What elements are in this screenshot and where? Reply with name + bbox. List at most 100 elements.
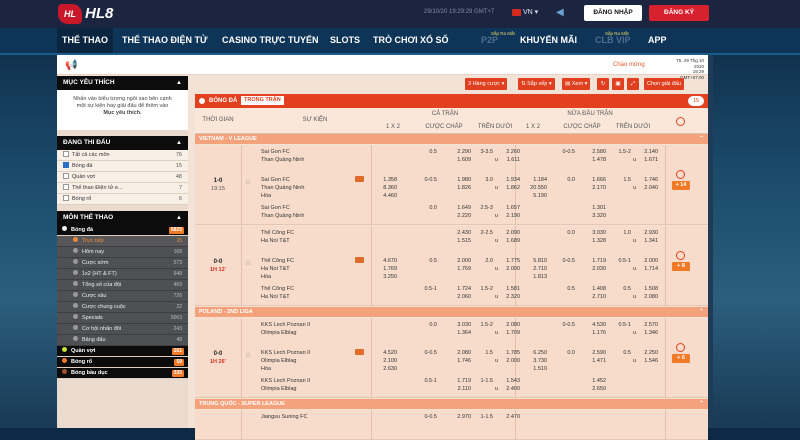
odds-handicap-home[interactable]: 3.030 [445,321,471,329]
sport-submenu-item[interactable]: Tổng số của đội 469 [57,280,188,291]
league-header[interactable]: POLAND - 2ND LIGA ⌃ [195,307,708,317]
fullscreen-icon[interactable]: ⤢ [627,78,639,90]
sport-submenu-item[interactable]: 1x2 (HT & FT) 648 [57,269,188,280]
odds-half-over[interactable]: 2.140 [636,148,658,156]
odds-handicap-away[interactable]: 2.220 [445,212,471,220]
odds-over[interactable]: 1.775 [498,257,520,265]
odds-half-handicap-away[interactable]: 3.320 [580,212,606,220]
odds-handicap-away[interactable]: 2.060 [445,293,471,301]
odds-handicap-away[interactable]: 1.826 [445,184,471,192]
odds-under[interactable]: 2.000 [498,357,520,365]
language-select[interactable]: VN ▾ [523,8,538,16]
nav-item-7[interactable]: KHUYẾN MÃI [520,28,577,53]
more-markets-button[interactable]: + 6 [672,354,690,363]
live-sport-filter[interactable]: Tất cả các môn 76 [57,150,188,161]
live-mode-badge[interactable]: TRONG TRẬN [241,96,284,105]
print-icon[interactable]: ▣ [612,78,624,90]
odds-half-away[interactable]: 20.550 [525,184,547,192]
odds-half-draw[interactable]: 1.510 [525,365,547,373]
nav-item-5[interactable]: XỔ SỐ [420,28,449,53]
sport-category[interactable]: Bóng đá 5825 [57,225,188,236]
sport-submenu-item[interactable]: Hôm nay 168 [57,247,188,258]
odds-home[interactable]: 4.520 [375,349,397,357]
sport-submenu-item[interactable]: Trực tiếp 15 [57,236,188,247]
sport-submenu-item[interactable]: Bảng đấu 48 [57,335,188,346]
odds-half-under[interactable]: 1.546 [636,357,658,365]
odds-under[interactable]: 2.400 [498,385,520,393]
odds-half-under[interactable]: 2.080 [636,293,658,301]
odds-half-under[interactable]: 1.346 [636,329,658,337]
league-collapse-icon[interactable]: ⌃ [699,399,704,409]
odds-half-under[interactable]: 1.341 [636,237,658,245]
odds-half-handicap-away[interactable]: 1.328 [580,237,606,245]
odds-over[interactable]: 2.090 [498,229,520,237]
page-scrollbar[interactable] [708,55,713,428]
odds-over[interactable]: 1.581 [498,285,520,293]
odds-half-away[interactable]: 3.730 [525,357,547,365]
odds-handicap-home[interactable]: 1.980 [445,176,471,184]
vietnam-flag-icon[interactable] [512,9,521,16]
statistics-icon[interactable] [676,170,685,179]
odds-half-handicap-away[interactable]: 1.176 [580,329,606,337]
odds-half-under[interactable]: 1.714 [636,265,658,273]
odds-over[interactable]: 1.543 [498,377,520,385]
league-collapse-icon[interactable]: ⌃ [699,307,704,317]
sport-submenu-item[interactable]: Specials 5063 [57,313,188,324]
odds-half-under[interactable]: 1.671 [636,156,658,164]
odds-half-draw[interactable]: 5.190 [525,192,547,200]
odds-half-over[interactable]: 2.000 [636,257,658,265]
odds-handicap-home[interactable]: 1.719 [445,377,471,385]
odds-home[interactable]: 1.358 [375,176,397,184]
live-sport-filter[interactable]: Thể thao Điện tử e... 7 [57,183,188,194]
sport-submenu-item[interactable]: Cược chung cuộc 22 [57,302,188,313]
odds-under[interactable]: 2.320 [498,293,520,301]
odds-handicap-away[interactable]: 1.364 [445,329,471,337]
odds-handicap-away[interactable]: 1.515 [445,237,471,245]
odds-half-over[interactable]: 2.930 [636,229,658,237]
nav-item-2[interactable]: CASINO TRỰC TUYẾN [222,28,318,53]
odds-draw[interactable]: 4.460 [375,192,397,200]
odds-handicap-home[interactable]: 2.080 [445,349,471,357]
odds-half-handicap-home[interactable]: 1.719 [580,257,606,265]
collapse-icon[interactable]: ▲ [176,136,182,150]
odds-over[interactable]: 2.470 [498,413,520,421]
odds-half-handicap-away[interactable]: 1.478 [580,156,606,164]
odds-half-handicap-home[interactable]: 3.030 [580,229,606,237]
live-header[interactable]: ĐANG THI ĐẤU ▲ [57,136,188,150]
odds-half-handicap-away[interactable]: 2.710 [580,293,606,301]
odds-half-handicap-home[interactable]: 2.580 [580,148,606,156]
bet-rows-dropdown[interactable]: 3 Hàng cược ▾ [465,78,508,90]
sport-category[interactable]: Quần vợt 161 [57,346,188,357]
nav-item-3[interactable]: SLOTS [330,28,360,53]
live-sport-filter[interactable]: Bóng rổ 6 [57,194,188,205]
odds-draw[interactable]: 3.250 [375,273,397,281]
league-collapse-icon[interactable]: ⌃ [699,134,704,144]
more-markets-button[interactable]: + 14 [672,181,690,190]
favorites-header[interactable]: MỤC YÊU THÍCH ▲ [57,76,188,90]
odds-under[interactable]: 1.862 [498,184,520,192]
odds-handicap-away[interactable]: 1.746 [445,357,471,365]
nav-item-9[interactable]: APP [648,28,667,53]
odds-over[interactable]: 2.260 [498,148,520,156]
odds-half-home[interactable]: 6.250 [525,349,547,357]
live-sport-filter[interactable]: Bóng đá 15 [57,161,188,172]
odds-over[interactable]: 2.080 [498,321,520,329]
odds-half-handicap-away[interactable]: 2.030 [580,265,606,273]
statistics-icon[interactable] [676,251,685,260]
register-button[interactable]: ĐĂNG KÝ [649,5,709,21]
league-header[interactable]: TRUNG QUỐC - SUPER LEAGUE ⌃ [195,399,708,409]
refresh-icon[interactable]: ↻ [597,78,609,90]
checkbox[interactable] [63,173,69,179]
odds-half-handicap-home[interactable]: 2.590 [580,349,606,357]
odds-handicap-home[interactable]: 2.000 [445,257,471,265]
odds-half-over[interactable]: 1.746 [636,176,658,184]
checkbox[interactable] [63,195,69,201]
refresh-counter[interactable]: 15 [688,96,704,106]
refresh-all-icon[interactable] [676,117,685,126]
odds-away[interactable]: 8.360 [375,184,397,192]
live-sport-filter[interactable]: Quần vợt 48 [57,172,188,183]
odds-draw[interactable]: 2.630 [375,365,397,373]
odds-half-draw[interactable]: 1.813 [525,273,547,281]
nav-item-1[interactable]: THỂ THAO ĐIỆN TỬ [122,28,207,53]
odds-under[interactable]: 2.190 [498,212,520,220]
